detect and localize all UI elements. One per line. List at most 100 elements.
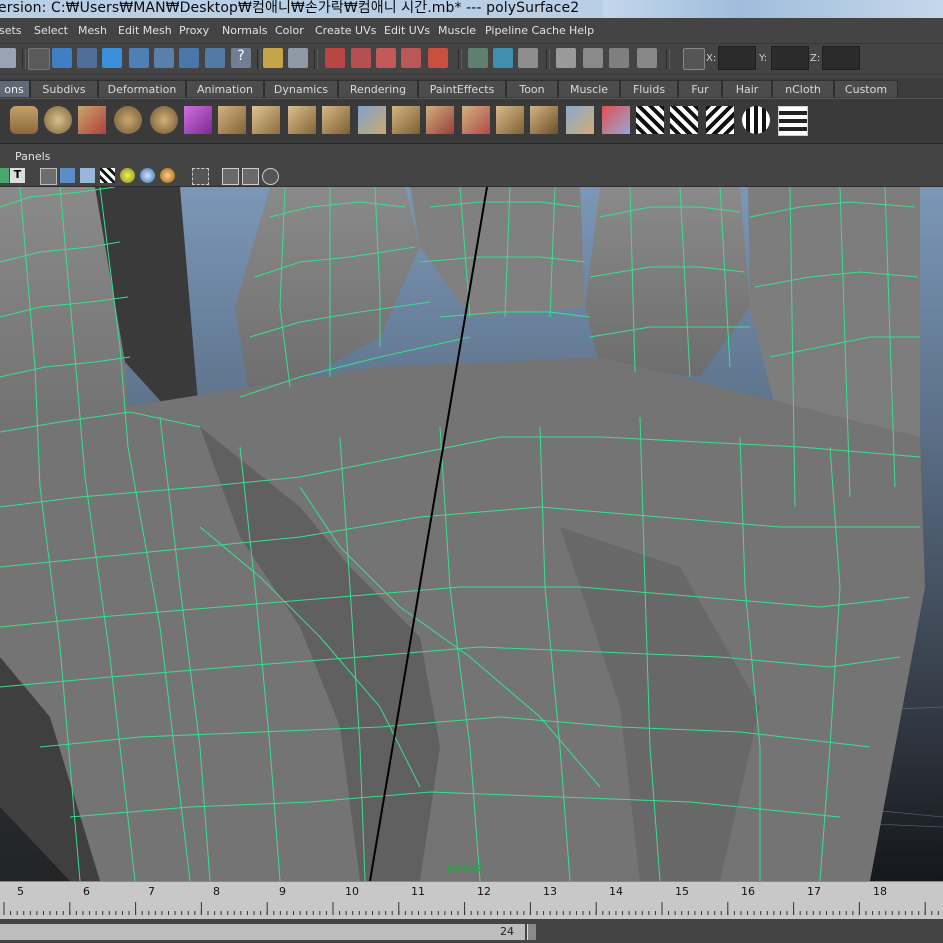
delete-edge-icon[interactable] [462, 106, 490, 134]
tab-ncloth[interactable]: nCloth [772, 80, 834, 97]
select-tool-icon[interactable] [0, 48, 16, 68]
bridge-icon[interactable] [252, 106, 280, 134]
all-lights-icon[interactable] [140, 168, 155, 183]
input-connections-icon[interactable] [468, 48, 488, 68]
select-by-object-icon[interactable] [52, 48, 72, 68]
soft-mod-icon[interactable] [602, 106, 630, 134]
select-faces-icon[interactable] [129, 48, 149, 68]
hypershade-icon[interactable] [262, 168, 279, 185]
planar-mapping-icon[interactable] [566, 106, 594, 134]
menu-mesh[interactable]: Mesh [78, 24, 107, 37]
select-points-icon[interactable] [102, 48, 122, 68]
select-uvs-icon[interactable] [179, 48, 199, 68]
insert-edge-loop-icon[interactable] [358, 106, 386, 134]
menu-edit-mesh[interactable]: Edit Mesh [118, 24, 172, 37]
snap-grid-icon[interactable] [325, 48, 345, 68]
checker-uv-3-icon[interactable] [706, 106, 734, 134]
wireframe-on-shaded-icon[interactable] [80, 168, 95, 183]
status-separator [546, 49, 550, 69]
tick-label: 9 [279, 885, 286, 898]
render-current-icon[interactable] [583, 48, 603, 68]
menu-edit-uvs[interactable]: Edit UVs [384, 24, 430, 37]
menu-color[interactable]: Color [275, 24, 304, 37]
texture-toggle-icon[interactable]: T [10, 168, 25, 183]
wireframe-shading-icon[interactable] [40, 168, 57, 185]
snap-view-plane-icon[interactable] [401, 48, 421, 68]
y-field[interactable] [771, 46, 809, 70]
z-field[interactable] [822, 46, 860, 70]
time-slider[interactable]: 5 6 7 8 9 10 11 12 13 14 15 16 17 18 [0, 881, 943, 920]
select-misc-icon[interactable] [205, 48, 225, 68]
tab-rendering[interactable]: Rendering [338, 80, 418, 97]
range-slider[interactable]: 24 [0, 919, 943, 943]
make-live-icon[interactable] [428, 48, 448, 68]
tab-animation[interactable]: Animation [186, 80, 264, 97]
range-handle[interactable] [527, 924, 536, 940]
checker-uv-icon[interactable] [636, 106, 664, 134]
render-settings-icon[interactable] [637, 48, 657, 68]
transform-mode-icon[interactable] [683, 48, 705, 70]
merge-vertices-icon[interactable] [426, 106, 454, 134]
tab-subdivs[interactable]: Subdivs [30, 80, 98, 97]
help-question-icon[interactable]: ? [231, 48, 251, 68]
menu-normals[interactable]: Normals [222, 24, 268, 37]
select-edges-icon[interactable] [154, 48, 174, 68]
camera-attributes-icon[interactable] [0, 168, 9, 183]
range-bar[interactable] [0, 924, 525, 940]
menu-pipeline-cache[interactable]: Pipeline Cache [485, 24, 566, 37]
tab-dynamics[interactable]: Dynamics [264, 80, 338, 97]
smooth-shading-icon[interactable] [60, 168, 75, 183]
snap-point-icon[interactable] [376, 48, 396, 68]
textured-shading-icon[interactable] [100, 168, 115, 183]
panels-menu[interactable]: Panels [15, 150, 50, 163]
lock-selection-icon[interactable] [263, 48, 283, 68]
menu-help[interactable]: Help [569, 24, 594, 37]
menu-sets[interactable]: sets [0, 24, 22, 37]
menu-muscle[interactable]: Muscle [438, 24, 476, 37]
tab-muscle[interactable]: Muscle [558, 80, 620, 97]
ipr-render-icon[interactable] [609, 48, 629, 68]
tab-fluids[interactable]: Fluids [620, 80, 678, 97]
tick-label: 17 [807, 885, 821, 898]
tab-deformation[interactable]: Deformation [98, 80, 186, 97]
output-connections-icon[interactable] [493, 48, 513, 68]
extrude-icon[interactable] [218, 106, 246, 134]
wedge-face-icon[interactable] [496, 106, 524, 134]
poly-cylinder-icon[interactable] [10, 106, 38, 134]
poly-sphere-icon[interactable] [44, 106, 72, 134]
poly-smooth-icon[interactable] [150, 106, 178, 134]
tab-toon[interactable]: Toon [506, 80, 558, 97]
xray-joints-icon[interactable] [242, 168, 259, 185]
menu-select[interactable]: Select [34, 24, 68, 37]
snap-curve-icon[interactable] [351, 48, 371, 68]
menu-create-uvs[interactable]: Create UVs [315, 24, 376, 37]
tab-fur[interactable]: Fur [678, 80, 722, 97]
checker-uv-2-icon[interactable] [670, 106, 698, 134]
checker-uv-4-icon[interactable] [742, 106, 770, 134]
default-light-icon[interactable] [120, 168, 135, 183]
isolate-select-icon[interactable] [192, 168, 209, 185]
x-field[interactable] [718, 46, 756, 70]
poly-separate-icon[interactable] [114, 106, 142, 134]
tab-painteffects[interactable]: PaintEffects [418, 80, 506, 97]
poly-combine-icon[interactable] [78, 106, 106, 134]
tab-polygons[interactable]: ons [0, 80, 30, 97]
menu-proxy[interactable]: Proxy [179, 24, 209, 37]
offset-edge-loop-icon[interactable] [392, 106, 420, 134]
shadows-icon[interactable] [160, 168, 175, 183]
select-by-component-icon[interactable] [77, 48, 97, 68]
select-by-hierarchy-icon[interactable] [28, 48, 50, 70]
tab-hair[interactable]: Hair [722, 80, 772, 97]
poly-cube-icon[interactable] [184, 106, 212, 134]
perspective-viewport[interactable]: persp [0, 187, 943, 881]
highlight-selection-icon[interactable] [288, 48, 308, 68]
uv-texture-editor-icon[interactable] [778, 106, 808, 136]
construction-history-icon[interactable] [518, 48, 538, 68]
poke-face-icon[interactable] [530, 106, 558, 134]
xray-icon[interactable] [222, 168, 239, 185]
render-view-icon[interactable] [556, 48, 576, 68]
hand-mesh[interactable] [0, 187, 925, 881]
append-polygon-icon[interactable] [288, 106, 316, 134]
split-polygon-icon[interactable] [322, 106, 350, 134]
tab-custom[interactable]: Custom [834, 80, 898, 97]
